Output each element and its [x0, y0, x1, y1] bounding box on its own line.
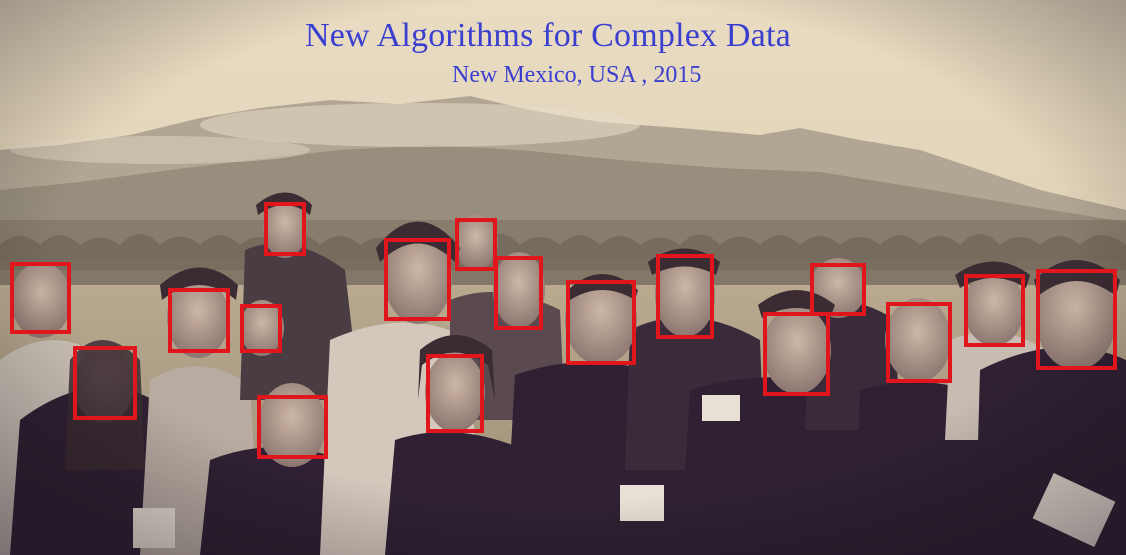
photo-subtitle: New Mexico, USA , 2015: [452, 62, 702, 88]
photo-scene: New Algorithms for Complex Data New Mexi…: [0, 0, 1126, 555]
face-detection-box: [168, 288, 230, 353]
face-detection-box: [73, 346, 137, 420]
face-detection-box: [763, 312, 830, 396]
face-detection-box: [886, 302, 952, 383]
face-detection-box: [384, 238, 451, 321]
face-detection-box: [964, 274, 1025, 347]
face-detection-box: [494, 256, 543, 330]
face-detection-box: [10, 262, 71, 334]
face-detection-box: [426, 354, 484, 433]
face-detection-box: [810, 263, 866, 316]
face-detection-box: [656, 254, 714, 339]
face-detection-box: [264, 202, 306, 256]
face-detection-box: [257, 395, 328, 459]
face-detection-box: [240, 304, 282, 353]
face-detection-box: [455, 218, 497, 271]
face-detection-box: [566, 280, 636, 365]
photo-title: New Algorithms for Complex Data: [305, 17, 791, 54]
face-detection-box: [1036, 269, 1117, 370]
